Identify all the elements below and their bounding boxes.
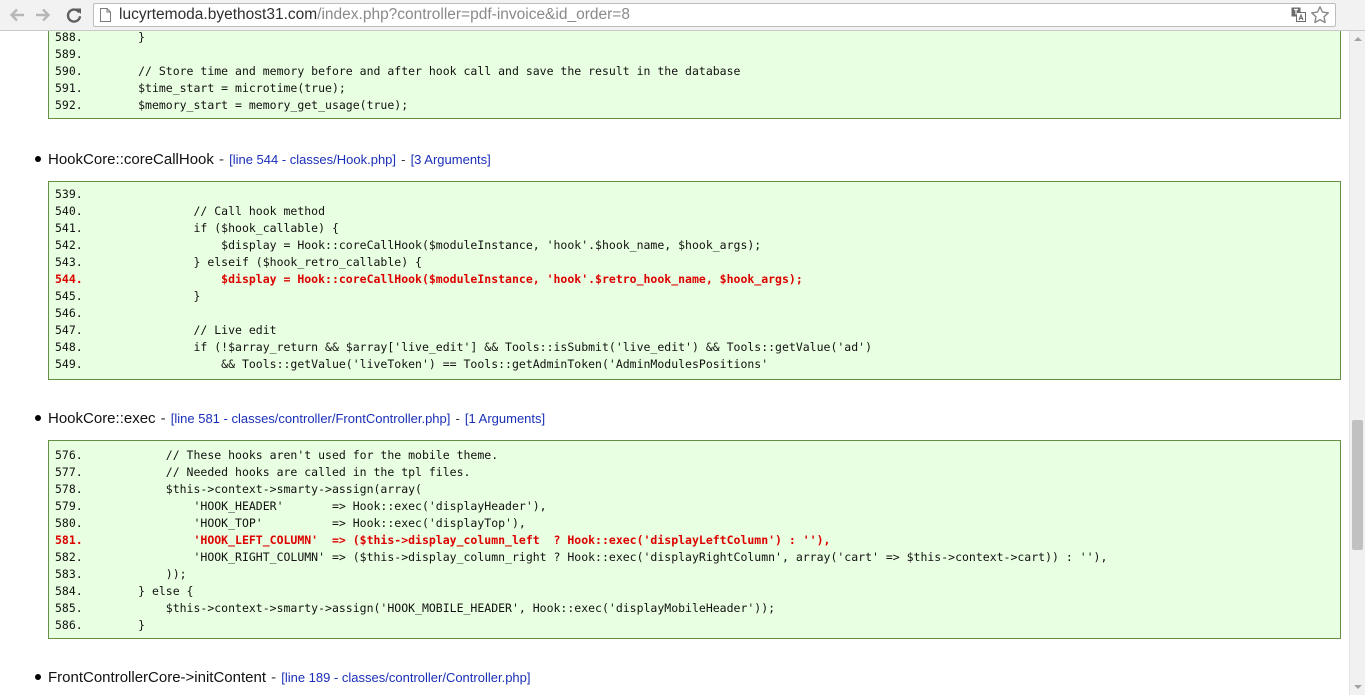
link-separator: - xyxy=(401,152,406,167)
function-name: FrontControllerCore->initContent xyxy=(48,669,267,686)
code-line: 579. 'HOOK_HEADER' => Hook::exec('displa… xyxy=(55,499,547,513)
stack-frame-heading: HookCore::coreCallHook - [line 544 - cla… xyxy=(35,149,491,169)
code-line: 547. // Live edit xyxy=(55,323,277,337)
code-line: 580. 'HOOK_TOP' => Hook::exec('displayTo… xyxy=(55,516,526,530)
separator: - xyxy=(271,669,277,686)
browser-toolbar: lucyrtemoda.byethost31.com/index.php?con… xyxy=(0,0,1365,31)
bullet xyxy=(35,415,41,421)
code-line: 582. 'HOOK_RIGHT_COLUMN' => ($this->disp… xyxy=(55,550,1108,564)
code-line: 588. } xyxy=(55,31,146,44)
code-line: 548. if (!$array_return && $array['live_… xyxy=(55,340,872,354)
file-line-link[interactable]: [line 544 - classes/Hook.php] xyxy=(229,152,396,167)
vertical-scrollbar[interactable] xyxy=(1349,31,1365,695)
code-line: 591. $time_start = microtime(true); xyxy=(55,81,346,95)
translate-icon[interactable] xyxy=(1291,7,1306,22)
code-line: 584. } else { xyxy=(55,584,194,598)
separator: - xyxy=(219,151,224,168)
forward-arrow-icon[interactable] xyxy=(32,4,54,26)
arguments-link[interactable]: [1 Arguments] xyxy=(465,411,545,426)
scrollbar-thumb[interactable] xyxy=(1352,420,1363,550)
reload-icon[interactable] xyxy=(63,4,85,26)
code-line: 590. // Store time and memory before and… xyxy=(55,64,741,78)
code-line: 542. $display = Hook::coreCallHook($modu… xyxy=(55,238,762,252)
code-line: 592. $memory_start = memory_get_usage(tr… xyxy=(55,98,409,112)
code-line: 585. $this->context->smarty->assign('HOO… xyxy=(55,601,776,615)
stack-frame-heading: FrontControllerCore->initContent - [line… xyxy=(35,667,531,687)
code-line: 589. xyxy=(55,47,83,61)
code-excerpt: 588. } 589. 590. // Store time and memor… xyxy=(48,31,1341,119)
url-text[interactable]: lucyrtemoda.byethost31.com/index.php?con… xyxy=(119,6,630,24)
function-name: HookCore::exec xyxy=(48,410,156,427)
file-line-link[interactable]: [line 189 - classes/controller/Controlle… xyxy=(281,670,530,685)
code-line: 541. if ($hook_callable) { xyxy=(55,221,339,235)
code-line: 545. } xyxy=(55,289,201,303)
stack-frame-heading: HookCore::exec - [line 581 - classes/con… xyxy=(35,408,545,428)
url-path: /index.php?controller=pdf-invoice&id_ord… xyxy=(317,6,630,23)
highlighted-code-line: 581. 'HOOK_LEFT_COLUMN' => ($this->displ… xyxy=(55,533,831,547)
code-line: 540. // Call hook method xyxy=(55,204,326,218)
link-separator: - xyxy=(455,411,460,426)
scroll-up-arrow-icon[interactable] xyxy=(1354,37,1362,41)
code-excerpt: 539. 540. // Call hook method 541. if ($… xyxy=(48,181,1341,380)
code-excerpt: 576. // These hooks aren't used for the … xyxy=(48,440,1341,639)
separator: - xyxy=(160,410,166,427)
page-icon xyxy=(100,8,111,22)
bullet xyxy=(35,156,41,162)
code-line: 549. && Tools::getValue('liveToken') == … xyxy=(55,357,769,371)
url-host: lucyrtemoda.byethost31.com xyxy=(119,6,318,23)
code-line: 583. )); xyxy=(55,567,187,581)
page-content: 588. } 589. 590. // Store time and memor… xyxy=(0,31,1349,695)
code-line: 586. } xyxy=(55,618,146,632)
highlighted-code-line: 544. $display = Hook::coreCallHook($modu… xyxy=(55,272,803,286)
code-line: 578. $this->context->smarty->assign(arra… xyxy=(55,482,422,496)
file-line-link[interactable]: [line 581 - classes/controller/FrontCont… xyxy=(171,411,451,426)
arguments-link[interactable]: [3 Arguments] xyxy=(411,152,491,167)
code-line: 539. xyxy=(55,187,83,201)
scroll-down-arrow-icon[interactable] xyxy=(1354,685,1362,689)
bullet xyxy=(35,674,41,680)
code-line: 543. } elseif ($hook_retro_callable) { xyxy=(55,255,422,269)
code-line: 546. xyxy=(55,306,83,320)
address-bar[interactable]: lucyrtemoda.byethost31.com/index.php?con… xyxy=(93,3,1336,27)
star-icon[interactable] xyxy=(1310,5,1330,25)
back-arrow-icon[interactable] xyxy=(6,4,28,26)
code-line: 576. // These hooks aren't used for the … xyxy=(55,448,499,462)
code-line: 577. // Needed hooks are called in the t… xyxy=(55,465,471,479)
function-name: HookCore::coreCallHook xyxy=(48,151,214,168)
